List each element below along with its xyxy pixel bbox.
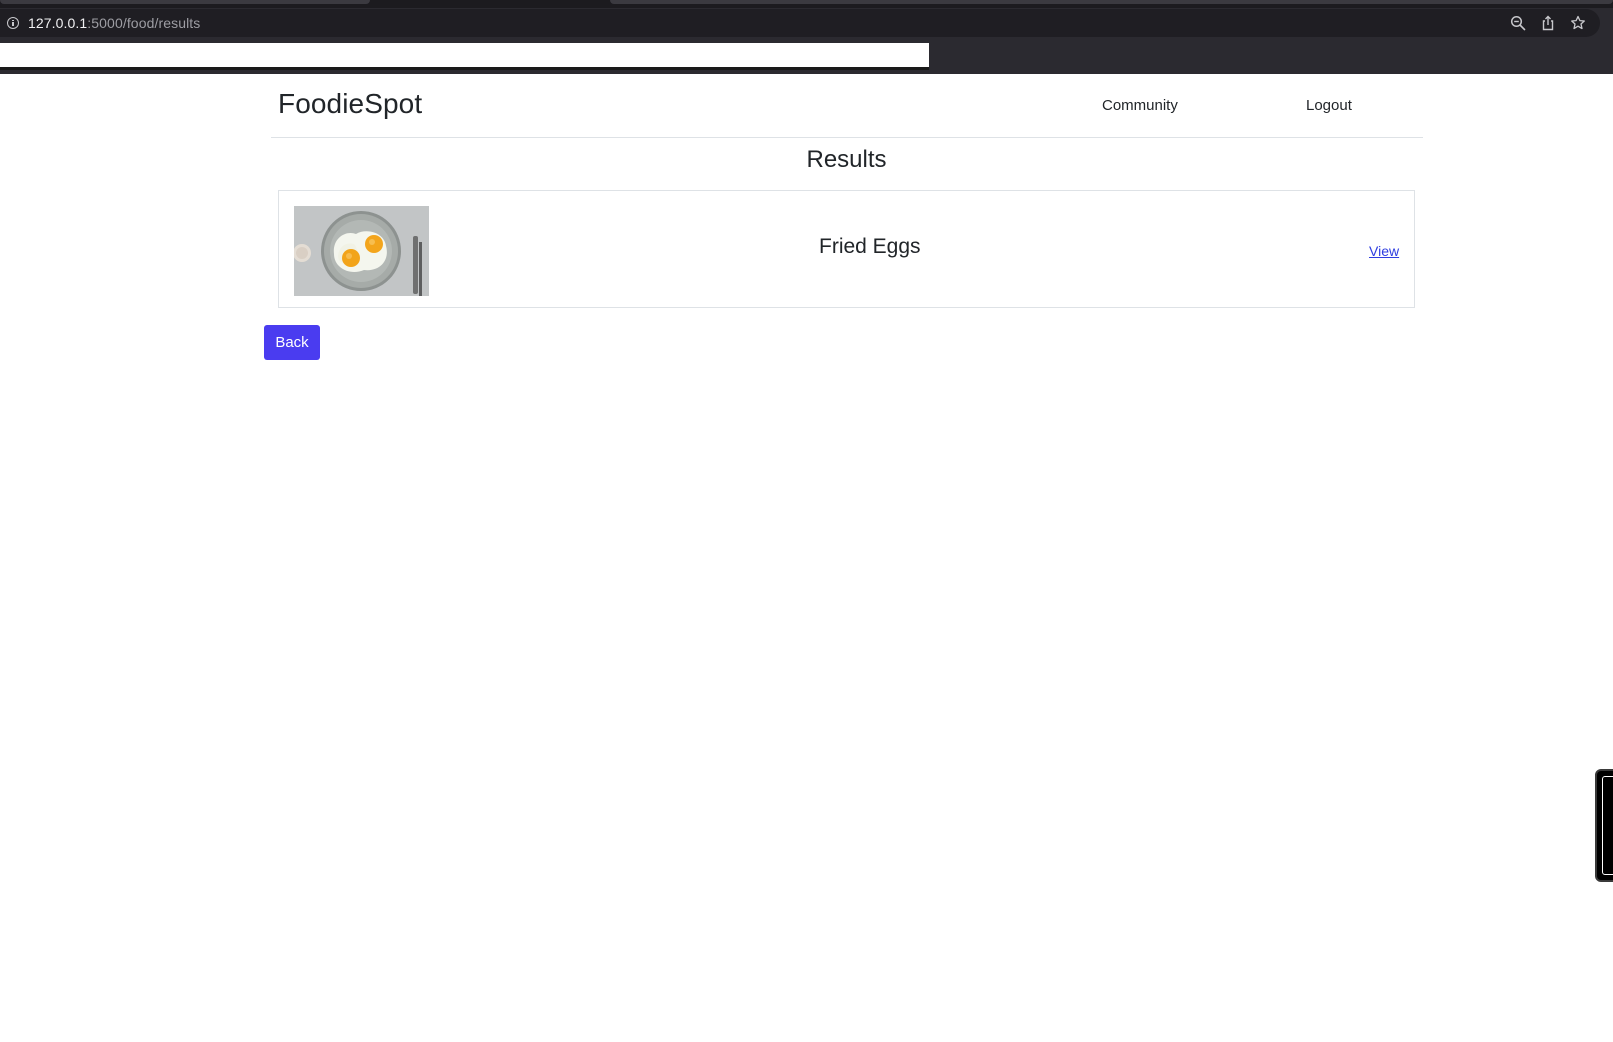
back-button[interactable]: Back	[264, 325, 320, 360]
overlay-divider	[0, 67, 929, 70]
page-content: FoodieSpot Community Logout Results Frie…	[0, 74, 1613, 1042]
nav-link-community[interactable]: Community	[1102, 97, 1178, 114]
result-card: Fried Eggs View	[278, 190, 1415, 308]
address-bar[interactable]: 127.0.0.1:5000/food/results	[0, 9, 1600, 37]
zoom-out-icon[interactable]	[1510, 15, 1526, 31]
site-navbar: FoodieSpot Community Logout	[271, 74, 1423, 138]
view-link[interactable]: View	[1369, 243, 1399, 259]
bookmark-bar	[0, 38, 1613, 74]
bookmark-star-icon[interactable]	[1570, 15, 1586, 31]
tab-right[interactable]	[610, 0, 1613, 4]
side-widget[interactable]	[1595, 769, 1613, 882]
info-icon[interactable]	[7, 17, 19, 29]
browser-tabstrip	[0, 0, 1613, 8]
browser-toolbar: 127.0.0.1:5000/food/results	[0, 8, 1613, 38]
page-title: Results	[806, 146, 887, 173]
url-text[interactable]: 127.0.0.1:5000/food/results	[28, 15, 200, 31]
address-bar-actions	[1510, 9, 1586, 37]
url-host: 127.0.0.1	[28, 15, 88, 31]
brand-logo[interactable]: FoodieSpot	[278, 88, 422, 120]
url-path: :5000/food/results	[87, 15, 201, 31]
share-icon[interactable]	[1540, 15, 1556, 31]
nav-link-logout[interactable]: Logout	[1306, 97, 1352, 114]
overlay-strip	[0, 43, 929, 67]
food-name: Fried Eggs	[819, 235, 921, 258]
fried-eggs-photo	[294, 206, 429, 296]
tab-left[interactable]	[0, 0, 370, 4]
food-thumbnail	[294, 206, 429, 296]
